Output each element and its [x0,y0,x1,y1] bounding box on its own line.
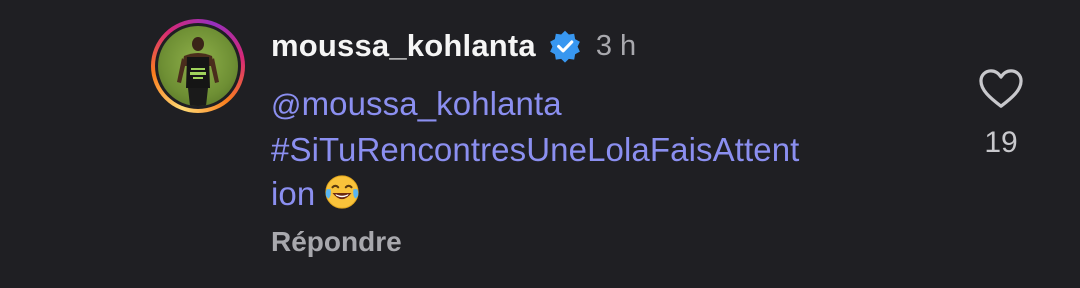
avatar-story-ring[interactable] [151,19,245,113]
comment-header: moussa_kohlanta 3 h [271,24,636,68]
comment-item: moussa_kohlanta 3 h @moussa_kohlanta #Si… [0,0,1080,288]
like-control: 19 [970,66,1032,166]
mention-line[interactable]: @moussa_kohlanta [271,82,921,128]
hashtag-link-tail[interactable]: ion [271,175,315,212]
laughing-emoji-icon [325,175,359,209]
verified-badge-icon [550,30,580,63]
comment-text: @moussa_kohlanta #SiTuRencontresUneLolaF… [271,82,921,216]
hashtag-link[interactable]: #SiTuRencontresUneLolaFaisAttent [271,128,921,172]
username[interactable]: moussa_kohlanta [271,28,536,64]
reply-button[interactable]: Répondre [271,226,402,258]
like-count: 19 [984,126,1018,159]
mention-link[interactable]: moussa_kohlanta [302,85,562,122]
timestamp: 3 h [595,29,637,62]
avatar[interactable] [158,26,238,106]
avatar-person-illustration [177,37,219,106]
threads-logo-icon: @ [271,89,302,122]
heart-outline-icon[interactable] [978,68,1024,110]
hashtag-link-continued[interactable]: ion [271,172,921,216]
